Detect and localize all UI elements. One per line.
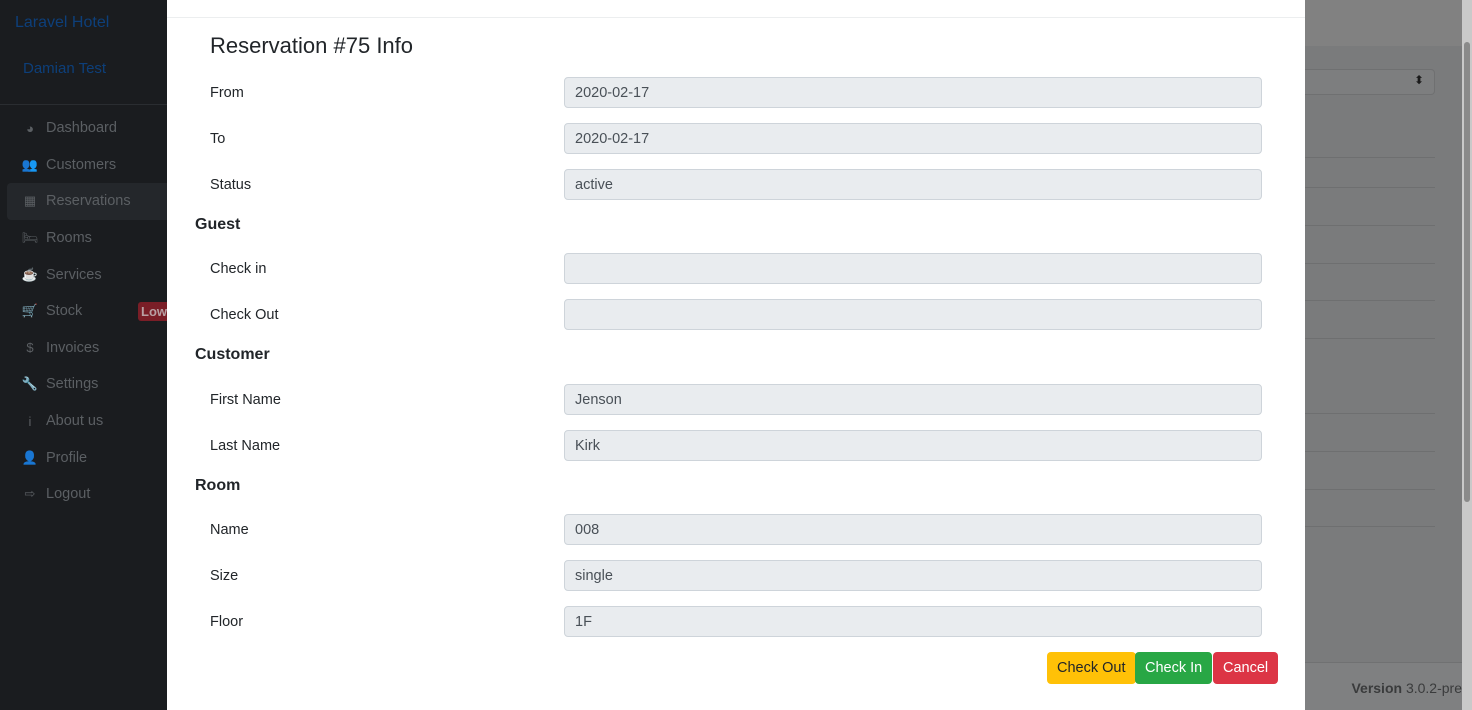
readonly-field[interactable]: 2020-02-17 — [564, 77, 1262, 108]
cancel-button[interactable]: Cancel — [1213, 652, 1279, 684]
sidebar-item-about-us[interactable]: i About us — [7, 403, 167, 440]
form-row: Check Out — [210, 299, 1262, 330]
sidebar-item-logout[interactable]: ⇨ Logout — [7, 476, 167, 513]
field-label: Floor — [210, 614, 244, 630]
form-row: From 2020-02-17 — [210, 77, 1262, 108]
section-heading: Room — [195, 477, 241, 494]
form-row: Status active — [210, 169, 1262, 200]
dashboard-icon: ◕ — [26, 120, 34, 136]
sidebar-item-label: Reservations — [46, 193, 131, 210]
invoices-icon: $ — [26, 340, 34, 356]
version-label: Version — [1351, 680, 1403, 696]
readonly-field[interactable] — [564, 299, 1262, 330]
readonly-field[interactable]: 1F — [564, 606, 1262, 637]
sidebar-item-profile[interactable]: 👤 Profile — [7, 439, 167, 476]
form-row: First Name Jenson — [210, 384, 1262, 415]
logout-icon: ⇨ — [24, 486, 36, 502]
field-label: Name — [210, 522, 249, 538]
stock-icon: 🛒 — [21, 303, 39, 319]
filter-select[interactable]: ⬍ — [1305, 69, 1435, 95]
reservation-modal: Reservation #75 Info Check Out Check In … — [167, 0, 1305, 710]
scrollbar[interactable] — [1462, 0, 1472, 710]
divider — [1305, 300, 1435, 301]
sidebar-item-rooms[interactable]: 🛏 Rooms — [7, 220, 167, 257]
sidebar: Laravel Hotel Damian Test ◕ Dashboard 👥 Cus… — [0, 0, 170, 710]
customers-icon: 👥 — [21, 156, 39, 172]
readonly-field[interactable]: 008 — [564, 514, 1262, 545]
readonly-field[interactable] — [564, 253, 1262, 284]
check-in-button[interactable]: Check In — [1135, 652, 1213, 684]
field-label: Check in — [210, 261, 267, 277]
field-label: First Name — [210, 392, 281, 408]
readonly-field[interactable]: single — [564, 560, 1262, 591]
header-bar — [1305, 0, 1462, 46]
divider — [1305, 451, 1435, 452]
form-row: Last Name Kirk — [210, 430, 1262, 461]
divider — [1305, 157, 1435, 158]
sidebar-item-customers[interactable]: 👥 Customers — [7, 147, 167, 184]
form-row: To 2020-02-17 — [210, 123, 1262, 154]
readonly-field[interactable]: Kirk — [564, 430, 1262, 461]
form-row: Floor 1F — [210, 606, 1262, 637]
field-label: From — [210, 85, 244, 101]
brand-link[interactable]: Laravel Hotel — [15, 14, 109, 32]
field-label: Last Name — [210, 438, 281, 454]
sidebar-item-label: Services — [46, 266, 102, 283]
sidebar-item-label: Profile — [46, 449, 88, 466]
divider — [1305, 225, 1435, 226]
sidebar-item-services[interactable]: ☕ Services — [7, 256, 167, 293]
scrollbar-thumb[interactable] — [1464, 42, 1470, 502]
sidebar-item-settings[interactable]: 🔧 Settings — [7, 366, 167, 403]
divider — [1305, 489, 1435, 490]
check-out-button[interactable]: Check Out — [1047, 652, 1136, 684]
modal-header-divider — [167, 17, 1305, 18]
sidebar-item-label: Invoices — [46, 339, 100, 356]
field-label: Size — [210, 568, 239, 584]
field-label: Status — [210, 177, 252, 193]
sidebar-item-label: Settings — [46, 376, 99, 393]
sidebar-item-dashboard[interactable]: ◕ Dashboard — [7, 110, 167, 147]
modal-title: Reservation #75 Info — [210, 33, 414, 58]
section-heading: Customer — [195, 346, 270, 363]
sidebar-item-reservations[interactable]: ▦ Reservations — [7, 183, 167, 220]
sidebar-item-stock[interactable]: 🛒 Stock Low — [7, 293, 170, 330]
divider — [1305, 526, 1435, 527]
stock-low-badge: Low — [138, 301, 170, 321]
field-label: Check Out — [210, 307, 279, 323]
divider — [0, 104, 167, 105]
sidebar-item-label: Logout — [46, 486, 91, 503]
sidebar-item-label: Customers — [46, 156, 117, 173]
services-icon: ☕ — [21, 266, 39, 282]
settings-icon: 🔧 — [21, 376, 39, 392]
form-row: Size single — [210, 560, 1262, 591]
sidebar-item-label: Dashboard — [46, 120, 117, 137]
reservations-icon: ▦ — [23, 193, 37, 209]
readonly-field[interactable]: Jenson — [564, 384, 1262, 415]
divider — [1305, 338, 1435, 339]
rooms-icon: 🛏 — [21, 230, 39, 246]
footer: Version 3.0.2-pre — [1305, 662, 1462, 710]
user-link[interactable]: Damian Test — [23, 60, 106, 77]
field-label: To — [210, 131, 226, 147]
section-heading: Guest — [195, 216, 241, 233]
form-row: Name 008 — [210, 514, 1262, 545]
sidebar-item-invoices[interactable]: $ Invoices — [7, 330, 167, 367]
profile-icon: 👤 — [21, 449, 39, 465]
sidebar-item-label: About us — [46, 413, 104, 430]
form-row: Check in — [210, 253, 1262, 284]
sidebar-item-label: Rooms — [46, 230, 92, 247]
divider — [1305, 413, 1435, 414]
divider — [1305, 263, 1435, 264]
sidebar-item-label: Stock — [46, 303, 83, 320]
readonly-field[interactable]: active — [564, 169, 1262, 200]
readonly-field[interactable]: 2020-02-17 — [564, 123, 1262, 154]
sort-icon: ⬍ — [1413, 73, 1424, 87]
version-value: 3.0.2-pre — [1405, 680, 1462, 696]
about-us-icon: i — [28, 413, 32, 429]
sidebar-nav: ◕ Dashboard 👥 Customers ▦ Reservations 🛏 Rooms ☕… — [7, 110, 170, 513]
divider — [1305, 187, 1435, 188]
